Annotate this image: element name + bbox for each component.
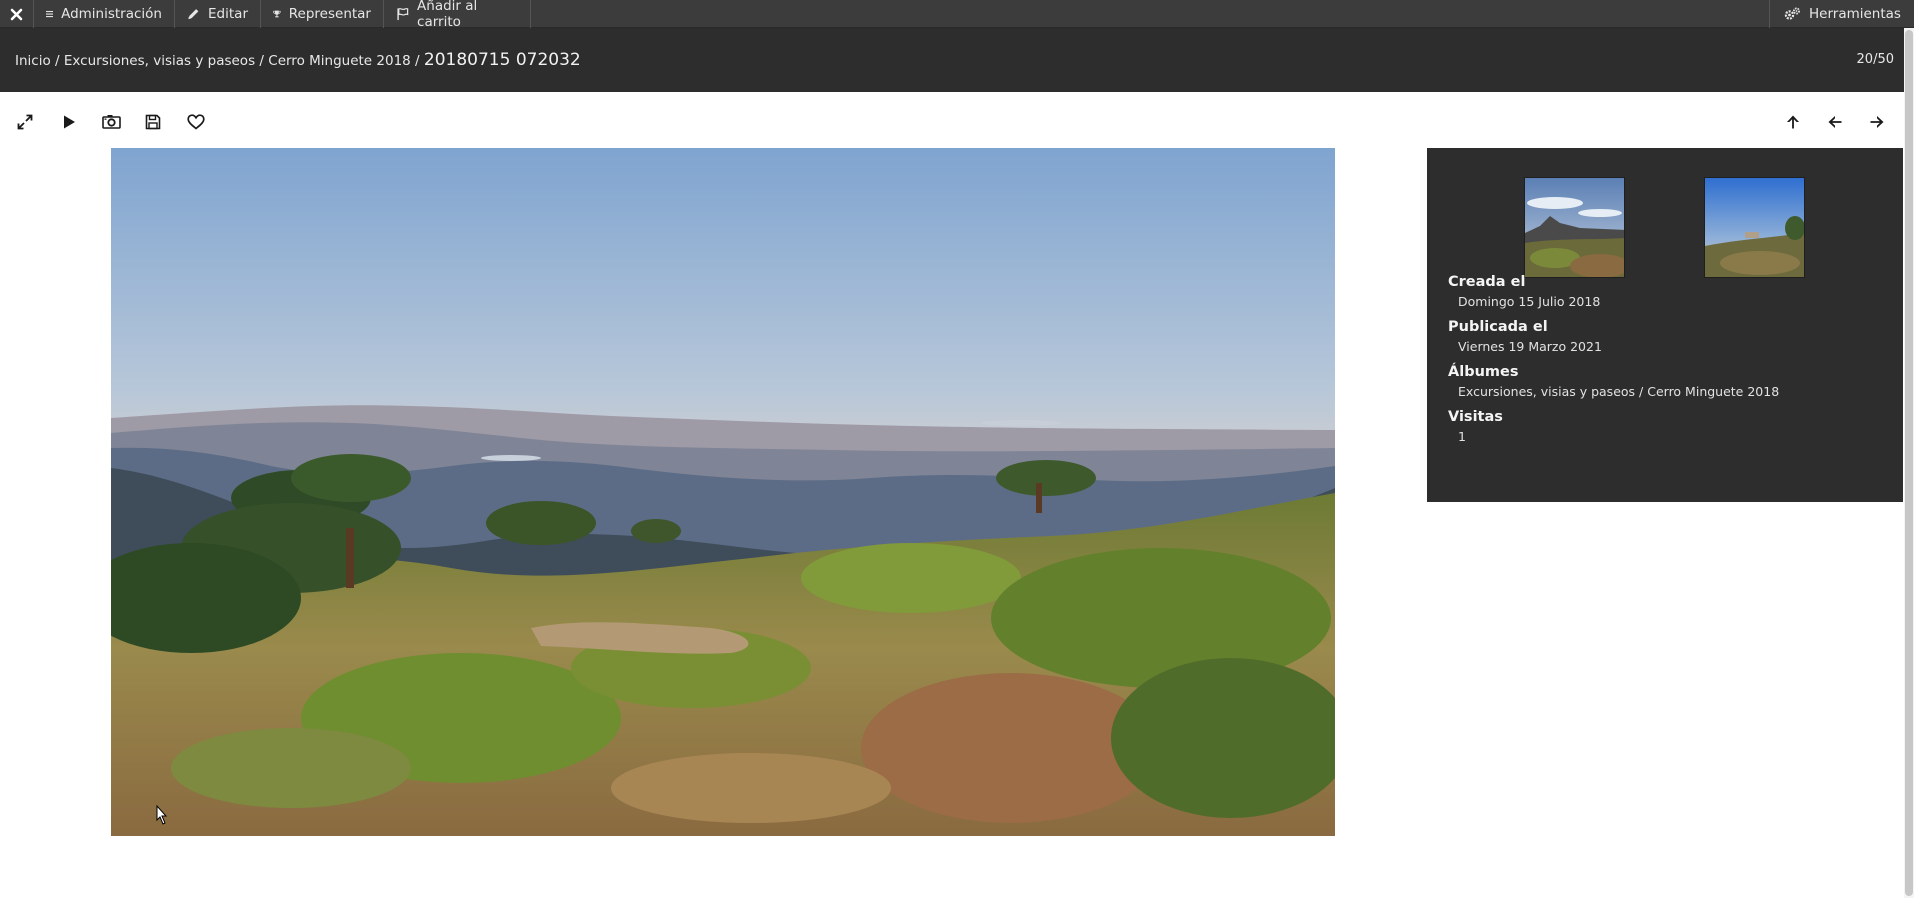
- published-date-value: Viernes 19 Marzo 2021: [1458, 339, 1602, 354]
- main-photo[interactable]: [111, 148, 1335, 836]
- admin-menu-label: Administración: [61, 6, 162, 22]
- page-header: Inicio / Excursiones, visias y paseos / …: [0, 28, 1914, 92]
- albums-value: Excursiones, visias y paseos / Cerro Min…: [1458, 384, 1779, 399]
- tools-menu-button[interactable]: Herramientas: [1769, 0, 1914, 28]
- breadcrumb-album-link[interactable]: Excursiones, visias y paseos: [64, 53, 255, 69]
- hamburger-icon: [46, 10, 54, 18]
- breadcrumb-home-link[interactable]: Inicio: [15, 53, 51, 69]
- play-icon: [64, 115, 75, 129]
- up-to-album-button[interactable]: [1781, 110, 1805, 134]
- photo-sizes-button[interactable]: [99, 110, 123, 134]
- represent-button[interactable]: Representar: [261, 0, 384, 28]
- breadcrumb-subalbum-link[interactable]: Cerro Minguete 2018: [268, 53, 410, 69]
- download-button[interactable]: [141, 110, 165, 134]
- pencil-icon: [188, 9, 199, 20]
- edit-button[interactable]: Editar: [175, 0, 261, 28]
- created-date-label: Creada el: [1448, 274, 1526, 290]
- close-adminbar-button[interactable]: [0, 0, 34, 28]
- previous-photo-button[interactable]: [1823, 110, 1847, 134]
- photo-counter: 20/50: [1856, 52, 1894, 67]
- slideshow-play-button[interactable]: [57, 110, 81, 134]
- arrow-left-icon: [1828, 116, 1842, 128]
- breadcrumb-separator: /: [259, 53, 264, 69]
- albums-block: Álbumes Excursiones, visias y paseos / C…: [1448, 364, 1779, 399]
- created-date-value: Domingo 15 Julio 2018: [1458, 294, 1601, 309]
- trophy-icon: [273, 10, 281, 18]
- favorite-button[interactable]: [184, 110, 208, 134]
- fullscreen-icon: [17, 114, 33, 130]
- created-date-block: Creada el Domingo 15 Julio 2018: [1448, 274, 1600, 309]
- arrow-right-icon: [1870, 116, 1884, 128]
- breadcrumb: Inicio / Excursiones, visias y paseos / …: [15, 50, 581, 70]
- save-icon: [145, 114, 161, 130]
- admin-menu-button[interactable]: Administración: [34, 0, 175, 28]
- visits-block: Visitas 1: [1448, 409, 1503, 444]
- breadcrumb-separator: /: [55, 53, 60, 69]
- visits-label: Visitas: [1448, 409, 1503, 425]
- albums-subalbum-link[interactable]: Cerro Minguete 2018: [1647, 384, 1779, 399]
- tools-menu-label: Herramientas: [1809, 6, 1901, 22]
- albums-album-link[interactable]: Excursiones, visias y paseos: [1458, 384, 1635, 399]
- scrollbar-thumb[interactable]: [1905, 30, 1913, 896]
- add-to-cart-button[interactable]: Añadir al carrito: [384, 0, 531, 30]
- page-scrollbar[interactable]: [1904, 28, 1914, 898]
- photo-info-panel: Creada el Domingo 15 Julio 2018 Publicad…: [1427, 148, 1903, 502]
- next-photo-thumbnail[interactable]: [1704, 177, 1805, 278]
- albums-separator: /: [1639, 384, 1644, 399]
- arrow-up-icon: [1787, 115, 1799, 129]
- next-photo-button[interactable]: [1865, 110, 1889, 134]
- fullscreen-button[interactable]: [13, 110, 37, 134]
- photo-title: 20180715 072032: [423, 50, 581, 70]
- published-date-label: Publicada el: [1448, 319, 1548, 335]
- close-icon: [10, 8, 23, 20]
- heart-icon: [187, 114, 205, 130]
- edit-label: Editar: [208, 6, 248, 22]
- add-to-cart-label: Añadir al carrito: [417, 0, 478, 30]
- previous-photo-thumbnail[interactable]: [1524, 177, 1625, 278]
- visits-value: 1: [1458, 429, 1466, 444]
- breadcrumb-separator: /: [415, 53, 420, 69]
- gears-icon: [1784, 7, 1800, 20]
- camera-icon: [101, 115, 121, 129]
- published-date-block: Publicada el Viernes 19 Marzo 2021: [1448, 319, 1602, 354]
- albums-label: Álbumes: [1448, 364, 1519, 380]
- admin-bar: Administración Editar Representar Añadir…: [0, 0, 1914, 30]
- represent-label: Representar: [288, 6, 371, 22]
- flag-icon: [397, 8, 409, 21]
